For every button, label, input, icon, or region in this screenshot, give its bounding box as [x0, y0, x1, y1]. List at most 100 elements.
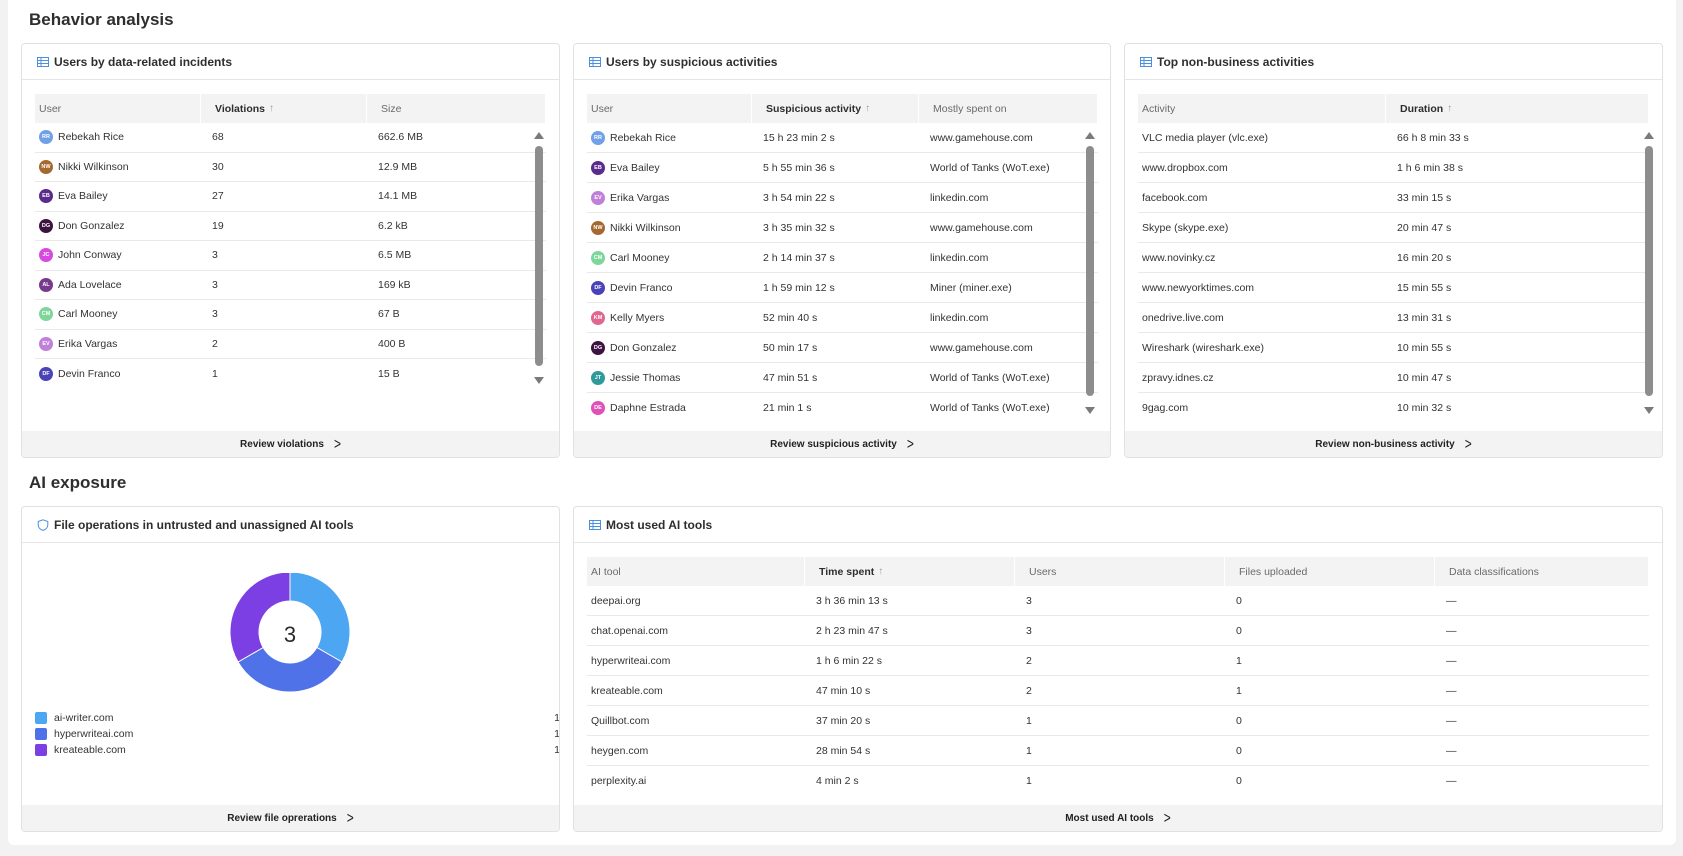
- scroll-up-icon[interactable]: [534, 132, 544, 139]
- file-operations-card-header: File operations in untrusted and unassig…: [22, 507, 559, 543]
- table-row[interactable]: CM Carl Mooney 2 h 14 min 37 s linkedin.com: [587, 243, 1098, 273]
- incidents-scrollbar[interactable]: [534, 132, 544, 384]
- table-row[interactable]: facebook.com 33 min 15 s: [1138, 183, 1649, 213]
- table-row[interactable]: KM Kelly Myers 52 min 40 s linkedin.com: [587, 303, 1098, 333]
- column-header-users[interactable]: Users: [1015, 557, 1225, 586]
- table-row[interactable]: EB Eva Bailey 5 h 55 min 36 s World of Tank…: [587, 153, 1098, 183]
- table-row[interactable]: DG Don Gonzalez 19 6.2 kB: [35, 212, 546, 241]
- column-header-violations[interactable]: Violations ↑: [201, 94, 367, 123]
- table-row[interactable]: hyperwriteai.com 1 h 6 min 22 s 2 1 —: [587, 646, 1649, 676]
- column-header-activity[interactable]: Activity: [1138, 94, 1386, 123]
- scrollbar-thumb[interactable]: [535, 146, 543, 366]
- scrollbar-thumb[interactable]: [1645, 146, 1653, 396]
- legend-item[interactable]: kreateable.com 1: [35, 742, 560, 758]
- avatar: EB: [39, 189, 53, 204]
- table-row[interactable]: DE Daphne Estrada 21 min 1 s World of Tanks…: [587, 393, 1098, 423]
- table-row[interactable]: DF Devin Franco 1 h 59 min 12 s Miner (mine…: [587, 273, 1098, 303]
- avatar: DF: [39, 367, 53, 381]
- column-header-user[interactable]: User: [587, 94, 752, 123]
- nonbusiness-scrollbar[interactable]: [1644, 132, 1654, 414]
- size-cell: 662.6 MB: [378, 131, 423, 144]
- column-header-duration[interactable]: Duration ↑: [1386, 94, 1649, 123]
- users-cell: 2: [1026, 654, 1032, 667]
- table-row[interactable]: www.newyorktimes.com 15 min 55 s: [1138, 273, 1649, 303]
- column-header-user[interactable]: User: [35, 94, 201, 123]
- scroll-down-icon[interactable]: [1085, 407, 1095, 414]
- incidents-card-title: Users by data-related incidents: [54, 54, 233, 69]
- violations-cell: 3: [212, 249, 218, 262]
- suspicious-table-header: User Suspicious activity ↑ Mostly spent o…: [587, 94, 1098, 123]
- table-row[interactable]: heygen.com 28 min 54 s 1 0 —: [587, 736, 1649, 766]
- avatar: NW: [591, 220, 605, 235]
- table-row[interactable]: zpravy.idnes.cz 10 min 47 s: [1138, 363, 1649, 393]
- incidents-card-header: Users by data-related incidents: [22, 44, 559, 80]
- duration-cell: 10 min 55 s: [1397, 341, 1452, 354]
- column-header-data-classifications[interactable]: Data classifications: [1435, 557, 1649, 586]
- legend-value: 1: [554, 744, 560, 756]
- table-row[interactable]: RR Rebekah Rice 15 h 23 min 2 s www.gamehou…: [587, 123, 1098, 153]
- users-cell: 1: [1026, 714, 1032, 727]
- column-header-size[interactable]: Size: [367, 94, 546, 123]
- table-row[interactable]: Skype (skype.exe) 20 min 47 s: [1138, 213, 1649, 243]
- table-row[interactable]: JC John Conway 3 6.5 MB: [35, 241, 546, 271]
- avatar: NW: [39, 159, 53, 174]
- table-row[interactable]: DF Devin Franco 1 15 B: [35, 359, 546, 389]
- most-used-ai-tools-button[interactable]: Most used AI tools >: [574, 805, 1662, 831]
- table-row[interactable]: chat.openai.com 2 h 23 min 47 s 3 0 —: [587, 616, 1649, 646]
- scrollbar-thumb[interactable]: [1086, 146, 1094, 396]
- ai-tools-table: AI tool Time spent ↑ Users Files uploaded…: [587, 557, 1649, 796]
- legend-item[interactable]: hyperwriteai.com 1: [35, 726, 560, 742]
- table-row[interactable]: AL Ada Lovelace 3 169 kB: [35, 271, 546, 300]
- table-row[interactable]: Wireshark (wireshark.exe) 10 min 55 s: [1138, 333, 1649, 363]
- chevron-right-icon: >: [1163, 808, 1171, 828]
- donut-slice-hyperwriteai-com[interactable]: [237, 646, 343, 693]
- donut-slice-ai-writer-com[interactable]: [289, 573, 351, 663]
- scroll-up-icon[interactable]: [1644, 132, 1654, 139]
- column-header-suspicious-activity[interactable]: Suspicious activity ↑: [752, 94, 919, 123]
- activity-cell: onedrive.live.com: [1142, 311, 1224, 324]
- duration-cell: 16 min 20 s: [1397, 251, 1452, 264]
- table-row[interactable]: CM Carl Mooney 3 67 B: [35, 300, 546, 330]
- review-non-business-activity-button[interactable]: Review non-business activity >: [1125, 431, 1662, 457]
- suspicious-scrollbar[interactable]: [1085, 132, 1095, 414]
- table-row[interactable]: kreateable.com 47 min 10 s 2 1 —: [587, 676, 1649, 706]
- table-row[interactable]: EV Erika Vargas 3 h 54 min 22 s linkedin.co…: [587, 183, 1098, 213]
- column-header-files-uploaded[interactable]: Files uploaded: [1225, 557, 1435, 586]
- table-row[interactable]: www.dropbox.com 1 h 6 min 38 s: [1138, 153, 1649, 183]
- table-row[interactable]: perplexity.ai 4 min 2 s 1 0 —: [587, 766, 1649, 796]
- activity-cell: facebook.com: [1142, 191, 1208, 204]
- legend-item[interactable]: ai-writer.com 1: [35, 710, 559, 726]
- review-file-operations-button[interactable]: Review file oprerations >: [22, 805, 559, 831]
- table-row[interactable]: EV Erika Vargas 2 400 B: [35, 330, 546, 359]
- review-suspicious-activity-button[interactable]: Review suspicious activity >: [574, 431, 1110, 457]
- table-row[interactable]: deepai.org 3 h 36 min 13 s 3 0 —: [587, 586, 1649, 616]
- table-row[interactable]: Quillbot.com 37 min 20 s 1 0 —: [587, 706, 1649, 736]
- table-row[interactable]: VLC media player (vlc.exe) 66 h 8 min 33 …: [1138, 123, 1649, 153]
- scroll-down-icon[interactable]: [1644, 407, 1654, 414]
- legend-value: 1: [554, 728, 560, 740]
- review-violations-button[interactable]: Review violations >: [22, 431, 559, 457]
- table-row[interactable]: DG Don Gonzalez 50 min 17 s www.gamehouse.c…: [587, 333, 1098, 363]
- column-header-ai-tool[interactable]: AI tool: [587, 557, 805, 586]
- scroll-up-icon[interactable]: [1085, 132, 1095, 139]
- donut-slice-kreateable-com[interactable]: [229, 573, 291, 663]
- avatar: CM: [591, 250, 605, 265]
- table-row[interactable]: NW Nikki Wilkinson 30 12.9 MB: [35, 153, 546, 182]
- time-spent-cell: 47 min 10 s: [816, 684, 871, 697]
- avatar: JC: [39, 248, 53, 263]
- user-cell: EB Eva Bailey: [35, 182, 201, 211]
- table-row[interactable]: www.novinky.cz 16 min 20 s: [1138, 243, 1649, 273]
- table-row[interactable]: JT Jessie Thomas 47 min 51 s World of Tanks…: [587, 363, 1098, 393]
- size-cell: 67 B: [378, 308, 400, 321]
- table-row[interactable]: NW Nikki Wilkinson 3 h 35 min 32 s www.game…: [587, 213, 1098, 243]
- table-row[interactable]: RR Rebekah Rice 68 662.6 MB: [35, 123, 546, 153]
- ai-tool-cell: kreateable.com: [591, 684, 663, 697]
- table-row[interactable]: onedrive.live.com 13 min 31 s: [1138, 303, 1649, 333]
- scroll-down-icon[interactable]: [534, 377, 544, 384]
- column-header-time-spent[interactable]: Time spent ↑: [805, 557, 1015, 586]
- column-header-mostly-spent-on[interactable]: Mostly spent on: [919, 94, 1098, 123]
- table-row[interactable]: EB Eva Bailey 27 14.1 MB: [35, 182, 546, 212]
- time-spent-cell: 3 h 36 min 13 s: [816, 594, 888, 607]
- ai-tool-cell: chat.openai.com: [591, 624, 669, 637]
- table-row[interactable]: 9gag.com 10 min 32 s: [1138, 393, 1649, 423]
